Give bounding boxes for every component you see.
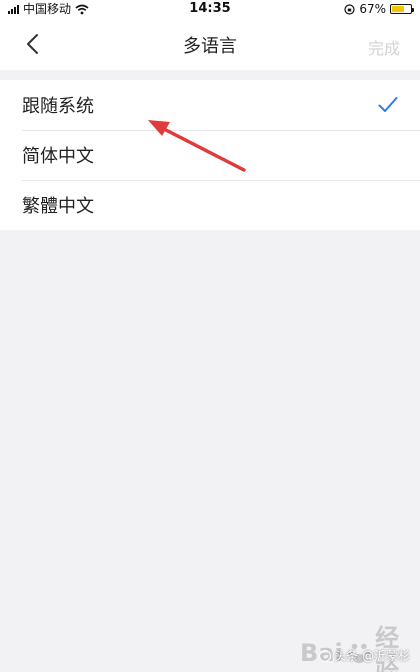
language-label: 跟随系统 [22,96,94,117]
credit-logo-icon [319,649,332,662]
battery-percent: 67% [359,2,386,16]
done-button[interactable]: 完成 [368,35,400,59]
battery-icon [390,4,414,14]
language-item-follow-system[interactable]: 跟随系统 [0,80,420,130]
language-item-traditional-chinese[interactable]: 繁體中文 [0,180,420,230]
language-label: 繁體中文 [22,196,94,217]
checkmark-icon [378,97,398,112]
credit-text: 头条 @沂蒙杉 [334,649,410,663]
footer-credit: 头条 @沂蒙杉 [319,647,410,664]
nav-bar: 多语言 完成 [0,18,420,70]
status-right: 67% [344,0,414,18]
language-label: 简体中文 [22,146,94,167]
language-list: 跟随系统 简体中文 繁體中文 [0,80,420,230]
battery-fill [392,6,405,12]
status-bar: 中国移动 14:35 67% [0,0,420,18]
orientation-lock-icon [344,3,355,15]
language-item-simplified-chinese[interactable]: 简体中文 [0,130,420,180]
page-title: 多语言 [183,36,237,57]
